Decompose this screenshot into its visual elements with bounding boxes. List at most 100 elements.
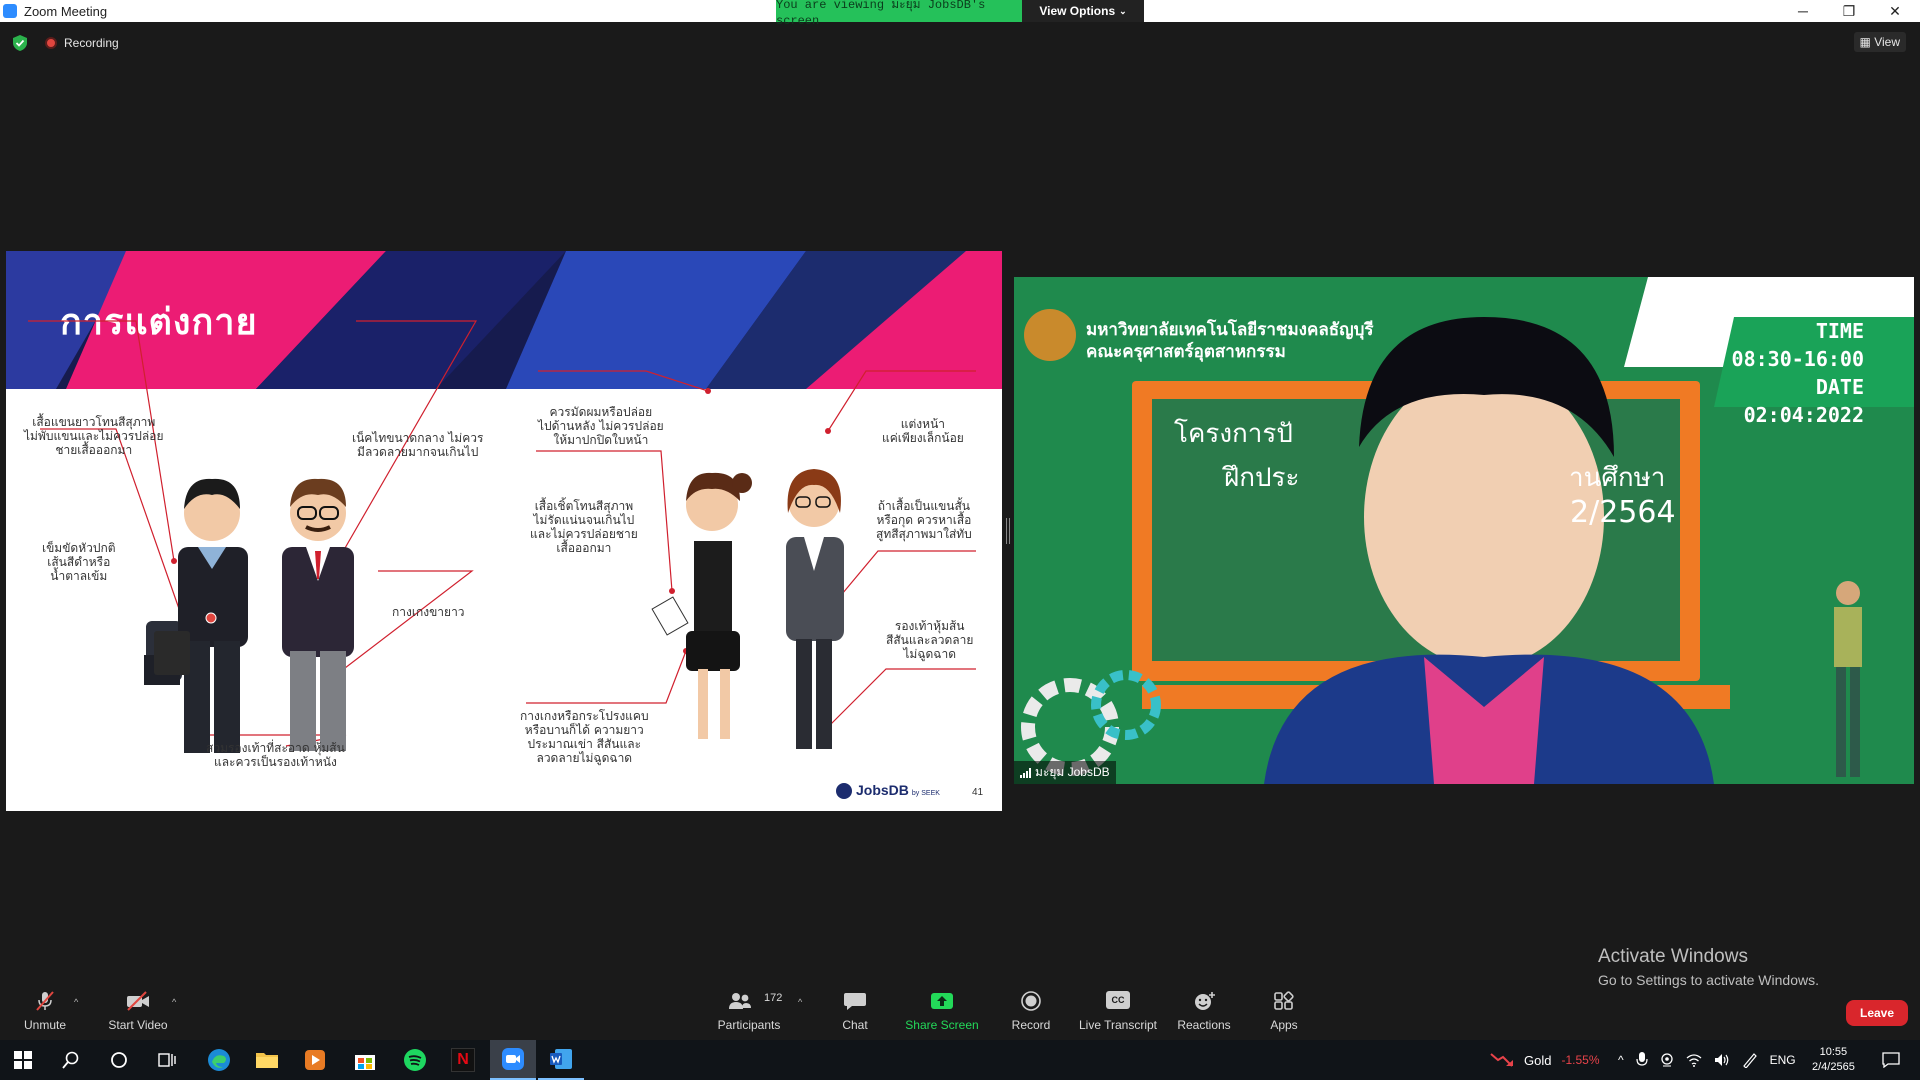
callout-shoes-men: สวมรองเท้าที่สะอาด หุ้มส้น และควรเป็นรอง… — [206, 741, 345, 769]
board-text-line1: โครงการปั — [1174, 419, 1293, 449]
netflix-icon: N — [451, 1048, 475, 1072]
record-button[interactable]: Record — [996, 985, 1066, 1039]
video-camera-off-icon — [127, 991, 149, 1011]
stock-change: -1.55% — [1561, 1053, 1600, 1067]
pen-ink-icon[interactable] — [1742, 1052, 1758, 1068]
view-options-button[interactable]: View Options ⌄ — [1022, 0, 1144, 22]
briefcase — [154, 631, 190, 675]
volume-icon[interactable] — [1714, 1053, 1730, 1067]
chevron-down-icon: ⌄ — [1119, 5, 1127, 16]
jobsdb-logo: JobsDB by SEEK — [836, 782, 940, 800]
clock-date: 2/4/2565 — [1812, 1061, 1855, 1073]
man-figure-1 — [144, 478, 248, 753]
security-shield-icon[interactable] — [13, 35, 27, 51]
share-screen-button[interactable]: Share Screen — [900, 985, 984, 1039]
record-icon — [1021, 991, 1041, 1011]
start-video-button[interactable]: Start Video — [100, 985, 176, 1039]
jobsdb-logo-icon — [836, 783, 852, 800]
view-button[interactable]: ▦ View — [1853, 32, 1906, 52]
language-indicator[interactable]: ENG — [1770, 1053, 1796, 1067]
cortana-circle-icon — [111, 1052, 127, 1068]
taskbar-word[interactable] — [538, 1040, 584, 1080]
reaction-smiley-icon — [1195, 992, 1215, 1010]
task-view-button[interactable] — [144, 1040, 190, 1080]
stock-widget[interactable]: Gold -1.55% — [1490, 1040, 1600, 1080]
callout-shirt-long: เสื้อแขนยาวโทนสีสุภาพ ไม่พับแขนและไม่ควร… — [24, 415, 164, 457]
live-transcript-button[interactable]: CC Live Transcript — [1072, 985, 1164, 1039]
windows-logo-icon — [14, 1051, 32, 1069]
taskbar-media-player[interactable] — [292, 1040, 338, 1080]
slide-page-number: 41 — [972, 787, 984, 798]
participant-video-tile[interactable]: มหาวิทยาลัยเทคโนโลยีราชมงคลธัญบุรี คณะคร… — [1014, 277, 1914, 784]
edge-browser-icon — [208, 1049, 230, 1071]
taskbar-netflix[interactable]: N — [440, 1040, 486, 1080]
audio-options-chevron-icon[interactable]: ^ — [74, 997, 78, 1007]
view-options-label: View Options — [1039, 4, 1116, 18]
viewing-banner: You are viewing มะยุม JobsDB's screen — [776, 0, 1022, 28]
media-player-icon — [305, 1050, 325, 1070]
callout-pants: กางเกงขายาว — [392, 605, 465, 619]
reactions-button[interactable]: Reactions — [1170, 985, 1238, 1039]
board-text-line4: 2/2564 — [1570, 495, 1676, 530]
callout-belt: เข็มขัดหัวปกติ เส้นสีดำหรือ น้ำตาลเข้ม — [42, 541, 116, 583]
webcam-in-use-icon[interactable] — [1660, 1053, 1674, 1067]
event-time-box: TIME 08:30-16:00 DATE 02:04:2022 — [1731, 319, 1864, 427]
cortana-button[interactable] — [96, 1040, 142, 1080]
folder-icon — [256, 1053, 278, 1068]
store-icon — [355, 1055, 375, 1070]
apps-button[interactable]: Apps — [1250, 985, 1318, 1039]
meeting-toolbar: Unmute ^ Start Video ^ 172 Participants … — [0, 985, 1920, 1039]
share-screen-icon — [931, 993, 953, 1009]
close-button[interactable]: ✕ — [1872, 0, 1918, 22]
zoom-app-icon — [3, 4, 17, 18]
shared-screen-slide: การแต่งกาย เสื้อแขนยาวโทนสีสุภาพ ไม่พับแ… — [6, 251, 1002, 811]
taskbar-spotify[interactable] — [392, 1040, 438, 1080]
clock[interactable]: 10:55 2/4/2565 — [1812, 1040, 1855, 1080]
microphone-muted-icon — [36, 991, 54, 1011]
word-icon — [550, 1049, 572, 1069]
notifications-button[interactable] — [1868, 1040, 1914, 1080]
stock-down-trend-icon — [1490, 1053, 1513, 1067]
woman-figure-2 — [786, 469, 844, 749]
participants-options-chevron-icon[interactable]: ^ — [798, 997, 802, 1007]
callout-short-sleeve: ถ้าเสื้อเป็นแขนสั้น หรือกุด ควรหาเสื้อ ส… — [876, 499, 972, 541]
split-view-drag-handle[interactable] — [1006, 518, 1010, 544]
participants-count: 172 — [764, 992, 783, 1004]
chat-button[interactable]: Chat — [820, 985, 890, 1039]
search-button[interactable] — [48, 1040, 94, 1080]
leave-button[interactable]: Leave — [1846, 1000, 1908, 1026]
maximize-button[interactable]: ❐ — [1826, 0, 1872, 22]
recording-dot-icon — [45, 37, 57, 49]
clock-time: 10:55 — [1819, 1046, 1848, 1058]
man-figure-2 — [282, 478, 354, 751]
taskbar-file-explorer[interactable] — [244, 1040, 290, 1080]
windows-taskbar: N Gold -1.55% ^ ENG 10:55 2/4/2565 — [0, 1040, 1920, 1080]
windows-start-button[interactable] — [0, 1040, 46, 1080]
apps-icon — [1274, 991, 1294, 1010]
microphone-in-use-icon[interactable] — [1636, 1052, 1648, 1068]
task-view-icon — [158, 1053, 176, 1067]
notification-center-icon — [1882, 1052, 1900, 1068]
meeting-status-row: Recording ▦ View — [0, 22, 1920, 62]
stock-name: Gold — [1524, 1052, 1552, 1068]
taskbar-zoom[interactable] — [490, 1040, 536, 1080]
callout-shirt-women: เสื้อเชิ้ตโทนสีสุภาพ ไม่รัดแน่นจนเกินไป … — [530, 499, 638, 555]
taskbar-edge[interactable] — [196, 1040, 242, 1080]
participants-button[interactable]: 172 Participants — [712, 985, 786, 1039]
minimize-button[interactable]: ─ — [1780, 0, 1826, 22]
view-label: View — [1874, 35, 1900, 49]
show-hidden-icons-chevron-icon[interactable]: ^ — [1618, 1053, 1624, 1067]
video-options-chevron-icon[interactable]: ^ — [172, 997, 176, 1007]
taskbar-store[interactable] — [342, 1040, 388, 1080]
spotify-icon — [404, 1049, 426, 1071]
unmute-button[interactable]: Unmute — [10, 985, 80, 1039]
activate-windows-watermark: Activate Windows Go to Settings to activ… — [1598, 946, 1819, 988]
system-tray: ^ ENG — [1618, 1040, 1796, 1080]
university-name: มหาวิทยาลัยเทคโนโลยีราชมงคลธัญบุรี คณะคร… — [1086, 320, 1374, 362]
board-text-line3: านศึกษา — [1569, 463, 1666, 493]
recording-label[interactable]: Recording — [64, 36, 119, 50]
wifi-icon[interactable] — [1686, 1053, 1702, 1067]
callout-hair: ควรมัดผมหรือปล่อย ไปด้านหลัง ไม่ควรปล่อย… — [538, 405, 664, 447]
callout-shoes-women: รองเท้าหุ้มส้น สีสันและลวดลาย ไม่ฉูดฉาด — [886, 619, 974, 661]
zoom-icon — [502, 1048, 524, 1070]
